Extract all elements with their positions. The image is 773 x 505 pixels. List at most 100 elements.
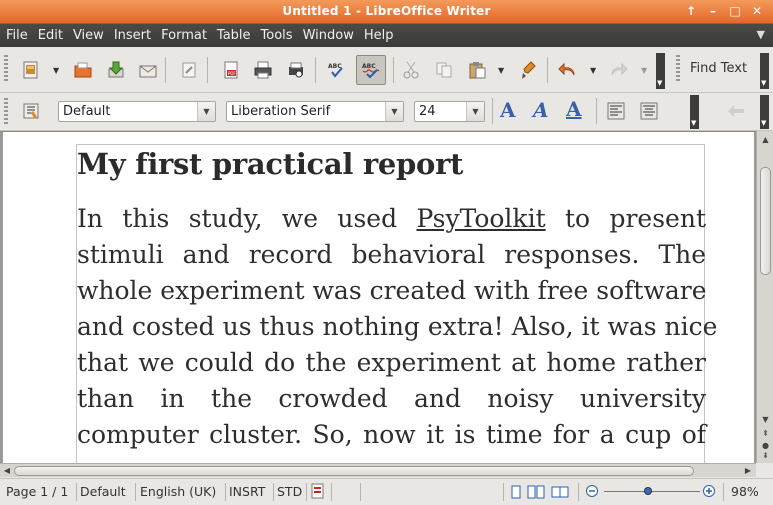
zoom-slider[interactable] bbox=[604, 491, 700, 492]
book-view-icon[interactable] bbox=[551, 485, 569, 502]
edit-file-icon[interactable] bbox=[176, 57, 202, 83]
find-toolbar-grip[interactable] bbox=[676, 55, 680, 83]
bold-button[interactable]: A bbox=[500, 98, 516, 122]
scroll-down-icon[interactable]: ▼ bbox=[759, 413, 772, 427]
standard-toolbar: ▼ PDF ABC ABC ▼ ▼ ▼ ▼ Find Text ▼ bbox=[0, 47, 773, 93]
scroll-left-icon[interactable]: ◀ bbox=[1, 464, 13, 478]
paragraph-line: and costed us thus nothing extra! Also, … bbox=[77, 312, 718, 341]
menu-tools[interactable]: Tools bbox=[256, 28, 298, 43]
toolbar-overflow[interactable]: ▼ bbox=[760, 95, 769, 129]
new-dropdown-arrow[interactable]: ▼ bbox=[53, 66, 59, 75]
page-indicator[interactable]: Page 1 / 1 bbox=[6, 484, 68, 499]
single-page-view-icon[interactable] bbox=[509, 485, 523, 502]
menu-edit[interactable]: Edit bbox=[33, 28, 68, 43]
back-arrow-icon[interactable] bbox=[723, 98, 749, 124]
always-on-top-button[interactable]: ↑ bbox=[683, 3, 699, 19]
document-heading[interactable]: My first practical report bbox=[77, 147, 463, 181]
menu-help[interactable]: Help bbox=[359, 28, 399, 43]
horizontal-scrollbar[interactable]: ◀ ▶ bbox=[0, 463, 756, 477]
paste-icon[interactable] bbox=[464, 57, 490, 83]
scroll-up-icon[interactable]: ▲ bbox=[759, 133, 772, 147]
status-bar: Page 1 / 1 Default English (UK) INSRT ST… bbox=[0, 478, 773, 505]
window-title: Untitled 1 - LibreOffice Writer bbox=[282, 4, 491, 18]
minimize-button[interactable]: – bbox=[705, 3, 721, 19]
paragraph-line: than in the crowded and noisy university bbox=[77, 384, 706, 413]
font-size-combo[interactable]: 24 ▼ bbox=[414, 101, 485, 122]
zoom-in-icon[interactable] bbox=[702, 484, 716, 501]
page-style[interactable]: Default bbox=[80, 484, 126, 499]
redo-dropdown-arrow[interactable]: ▼ bbox=[641, 66, 647, 75]
toolbar-overflow[interactable]: ▼ bbox=[656, 53, 665, 89]
align-center-icon[interactable] bbox=[636, 98, 662, 124]
psytoolkit-link[interactable]: PsyToolkit bbox=[416, 204, 545, 233]
paragraph-line: computer cluster. So, now it is time for… bbox=[77, 420, 706, 449]
toolbar-grip[interactable] bbox=[4, 55, 8, 83]
copy-icon[interactable] bbox=[431, 57, 457, 83]
document-paragraph[interactable]: In this study, we used PsyToolkit to pre… bbox=[77, 201, 718, 453]
chevron-down-icon[interactable]: ▼ bbox=[466, 102, 484, 121]
undo-dropdown-arrow[interactable]: ▼ bbox=[590, 66, 596, 75]
paragraph-style-combo[interactable]: Default ▼ bbox=[58, 101, 216, 122]
paste-dropdown-arrow[interactable]: ▼ bbox=[498, 66, 504, 75]
zoom-percent[interactable]: 98% bbox=[731, 484, 759, 499]
find-toolbar-overflow[interactable]: ▼ bbox=[760, 53, 769, 89]
close-button[interactable]: ✕ bbox=[749, 3, 765, 19]
paragraph-line: that we could do the experiment at home … bbox=[77, 348, 706, 377]
scroll-right-icon[interactable]: ▶ bbox=[742, 464, 754, 478]
find-text-label[interactable]: Find Text bbox=[690, 61, 747, 76]
menu-bar: File Edit View Insert Format Table Tools… bbox=[0, 24, 773, 47]
paragraph-line: stimuli and record behavioral responses.… bbox=[77, 240, 706, 269]
vertical-scroll-thumb[interactable] bbox=[760, 167, 771, 275]
multi-page-view-icon[interactable] bbox=[527, 485, 545, 502]
vertical-scrollbar[interactable]: ▲ ▼ ⇞ ● ⇟ bbox=[756, 131, 773, 463]
underline-button[interactable]: A bbox=[566, 97, 582, 121]
menu-insert[interactable]: Insert bbox=[109, 28, 156, 43]
paragraph-line: whole experiment was created with free s… bbox=[77, 276, 707, 305]
clone-formatting-icon[interactable] bbox=[516, 57, 542, 83]
email-icon[interactable] bbox=[135, 57, 161, 83]
open-folder-icon[interactable] bbox=[70, 57, 96, 83]
menu-table[interactable]: Table bbox=[212, 28, 256, 43]
menu-window[interactable]: Window bbox=[298, 28, 359, 43]
save-icon[interactable] bbox=[103, 57, 129, 83]
document-page[interactable]: My first practical report In this study,… bbox=[3, 132, 754, 463]
spellcheck-icon[interactable]: ABC bbox=[324, 57, 350, 83]
menu-format[interactable]: Format bbox=[156, 28, 212, 43]
font-name-combo[interactable]: Liberation Serif ▼ bbox=[226, 101, 404, 122]
maximize-button[interactable]: □ bbox=[727, 3, 743, 19]
chevron-down-icon[interactable]: ▼ bbox=[197, 102, 215, 121]
language-indicator[interactable]: English (UK) bbox=[140, 484, 216, 499]
chevron-down-icon[interactable]: ▼ bbox=[385, 102, 403, 121]
menu-file[interactable]: File bbox=[0, 28, 33, 43]
styles-formatting-icon[interactable] bbox=[18, 98, 44, 124]
zoom-slider-knob[interactable] bbox=[644, 487, 652, 495]
font-name-value: Liberation Serif bbox=[231, 104, 331, 119]
insert-mode[interactable]: INSRT bbox=[229, 484, 265, 499]
next-page-icon[interactable]: ⇟ bbox=[759, 449, 772, 463]
svg-text:ABC: ABC bbox=[362, 63, 376, 70]
print-icon[interactable] bbox=[250, 57, 276, 83]
formatting-toolbar: Default ▼ Liberation Serif ▼ 24 ▼ A A A … bbox=[0, 93, 773, 131]
document-area: My first practical report In this study,… bbox=[0, 131, 756, 463]
new-document-icon[interactable] bbox=[18, 57, 44, 83]
selection-mode[interactable]: STD bbox=[277, 484, 302, 499]
document-modified-icon[interactable] bbox=[311, 483, 325, 503]
menu-view[interactable]: View bbox=[68, 28, 109, 43]
print-preview-icon[interactable] bbox=[283, 57, 309, 83]
horizontal-scroll-thumb[interactable] bbox=[14, 466, 694, 476]
text-body[interactable]: My first practical report In this study,… bbox=[76, 144, 718, 463]
zoom-out-icon[interactable] bbox=[585, 484, 599, 501]
autospellcheck-icon[interactable]: ABC bbox=[356, 55, 386, 85]
paragraph-style-value: Default bbox=[63, 104, 111, 119]
cut-icon[interactable] bbox=[398, 57, 424, 83]
italic-button[interactable]: A bbox=[533, 98, 549, 122]
title-bar: Untitled 1 - LibreOffice Writer ↑ – □ ✕ bbox=[0, 0, 773, 24]
export-pdf-icon[interactable]: PDF bbox=[218, 57, 244, 83]
redo-icon[interactable] bbox=[606, 57, 632, 83]
chevron-down-icon[interactable]: ▼ bbox=[757, 28, 765, 41]
toolbar-grip[interactable] bbox=[4, 98, 8, 126]
align-left-icon[interactable] bbox=[603, 98, 629, 124]
toolbar-overflow[interactable]: ▼ bbox=[690, 95, 699, 129]
paragraph-line: In this study, we used PsyToolkit to pre… bbox=[77, 204, 706, 233]
undo-icon[interactable] bbox=[554, 57, 580, 83]
